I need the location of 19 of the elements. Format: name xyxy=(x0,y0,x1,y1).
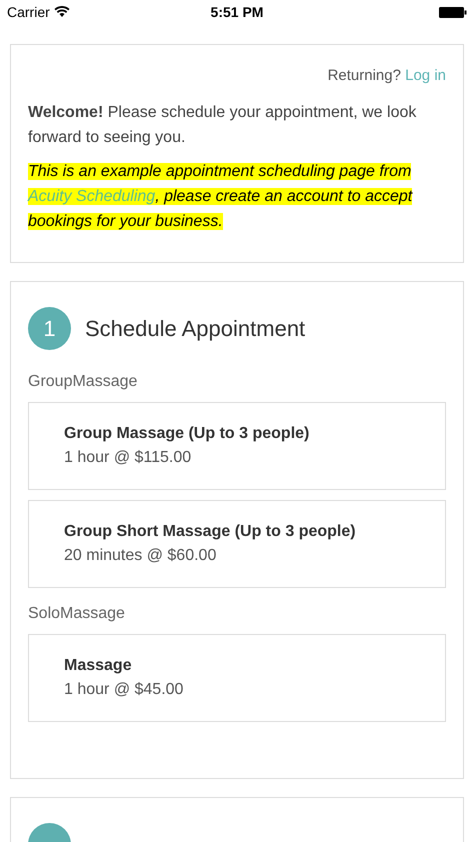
battery-icon xyxy=(439,6,467,18)
returning-label: Returning? xyxy=(328,66,402,86)
carrier-label: Carrier xyxy=(7,2,50,22)
step-title: Schedule Appointment xyxy=(85,314,306,343)
service-detail: 1 hour @ $115.00 xyxy=(64,448,192,468)
step-number-badge: 1 xyxy=(28,306,71,350)
service-detail: 1 hour @ $45.00 xyxy=(64,680,184,700)
service-title: Massage xyxy=(64,656,133,676)
wifi-icon xyxy=(54,6,70,18)
category-label: SoloMassage xyxy=(28,604,126,624)
service-option[interactable]: Group Short Massage (Up to 3 people) 20 minutes @ $60.00 xyxy=(28,500,446,588)
service-title: Group Massage (Up to 3 people) xyxy=(64,424,310,444)
service-title: Group Short Massage (Up to 3 people) xyxy=(64,522,357,542)
clock-time: 5:51 PM xyxy=(210,2,264,22)
service-option[interactable]: Massage 1 hour @ $45.00 xyxy=(28,634,446,722)
category-label: GroupMassage xyxy=(28,372,138,392)
service-detail: 20 minutes @ $60.00 xyxy=(64,546,218,566)
service-option[interactable]: Group Massage (Up to 3 people) 1 hour @ $115.00 xyxy=(28,402,446,490)
welcome-text: Welcome! Please schedule your appointment, we look forward to seeing you. xyxy=(28,102,418,148)
